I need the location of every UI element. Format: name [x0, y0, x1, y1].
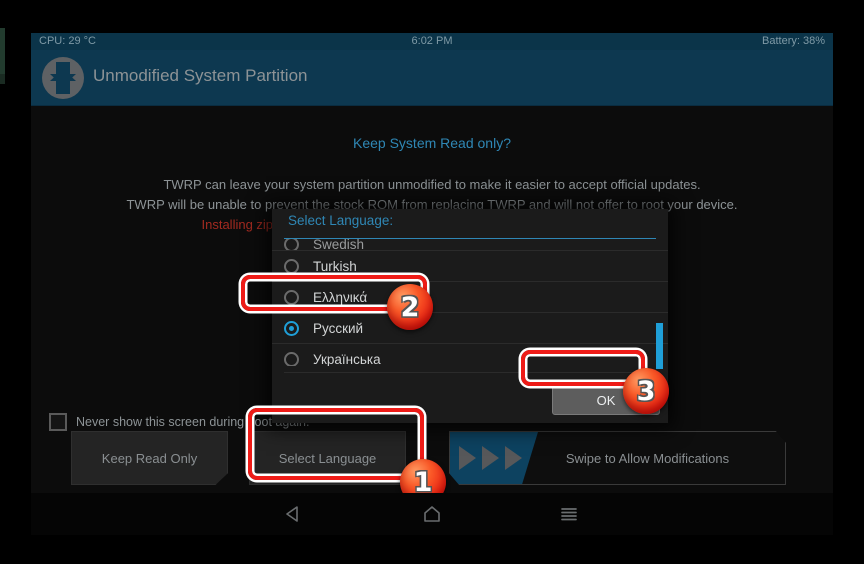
app-header: Unmodified System Partition: [31, 50, 833, 105]
page-title: Unmodified System Partition: [93, 66, 308, 85]
list-item[interactable]: Swedish: [272, 239, 668, 251]
swipe-label: Swipe to Allow Modifications: [565, 450, 730, 466]
info-line-1: TWRP can leave your system partition unm…: [163, 177, 701, 192]
list-item[interactable]: Українська: [272, 344, 668, 366]
battery-text: Battery: 38%: [762, 35, 825, 47]
android-nav-bar: [31, 493, 833, 535]
language-label: Swedish: [313, 239, 365, 251]
prompt-title: Keep System Read only?: [353, 135, 511, 151]
radio-button-icon[interactable]: [284, 351, 299, 366]
list-item[interactable]: Turkish: [272, 251, 668, 282]
menu-lines-icon[interactable]: [539, 493, 599, 535]
annotation-badge-2: 2: [387, 284, 433, 330]
radio-button-icon[interactable]: [284, 239, 299, 250]
radio-button-icon[interactable]: [284, 258, 299, 274]
select-language-dialog: Select Language: Swedish Turkish Ελληνικ…: [272, 209, 668, 423]
dialog-scrollbar[interactable]: [656, 323, 663, 369]
left-edge-strip-lower: [0, 74, 5, 84]
back-triangle-icon[interactable]: [263, 493, 323, 535]
language-list[interactable]: Swedish Turkish Ελληνικά Русский Українс…: [272, 239, 668, 366]
screenshot-root: CPU: 29 °C 6:02 PM Battery: 38% Unmodifi…: [0, 0, 864, 564]
list-item-selected[interactable]: Русский: [272, 313, 668, 344]
left-edge-strip: [0, 28, 5, 74]
twrp-logo-icon: [42, 57, 84, 99]
language-label: Українська: [313, 351, 381, 367]
language-label: Русский: [313, 320, 364, 336]
home-icon[interactable]: [402, 493, 462, 535]
dialog-bottom-divider: [284, 372, 656, 373]
twrp-screen: CPU: 29 °C 6:02 PM Battery: 38% Unmodifi…: [31, 33, 833, 493]
keep-read-only-button[interactable]: Keep Read Only: [71, 431, 228, 485]
dialog-title: Select Language:: [288, 213, 394, 228]
list-item[interactable]: Ελληνικά: [272, 282, 668, 313]
status-bar: CPU: 29 °C 6:02 PM Battery: 38%: [31, 33, 833, 50]
swipe-to-allow-modifications-slider[interactable]: Swipe to Allow Modifications: [449, 431, 786, 485]
radio-button-icon-selected[interactable]: [284, 320, 299, 336]
language-label: Turkish: [313, 258, 357, 274]
annotation-badge-3: 3: [623, 368, 669, 414]
select-language-label: Select Language: [278, 450, 377, 466]
clock-text: 6:02 PM: [411, 35, 453, 47]
language-label: Ελληνικά: [313, 289, 368, 305]
keep-read-only-label: Keep Read Only: [101, 450, 198, 466]
radio-button-icon[interactable]: [284, 289, 299, 305]
ok-button-label: OK: [596, 392, 616, 408]
select-language-button[interactable]: Select Language: [249, 431, 406, 485]
